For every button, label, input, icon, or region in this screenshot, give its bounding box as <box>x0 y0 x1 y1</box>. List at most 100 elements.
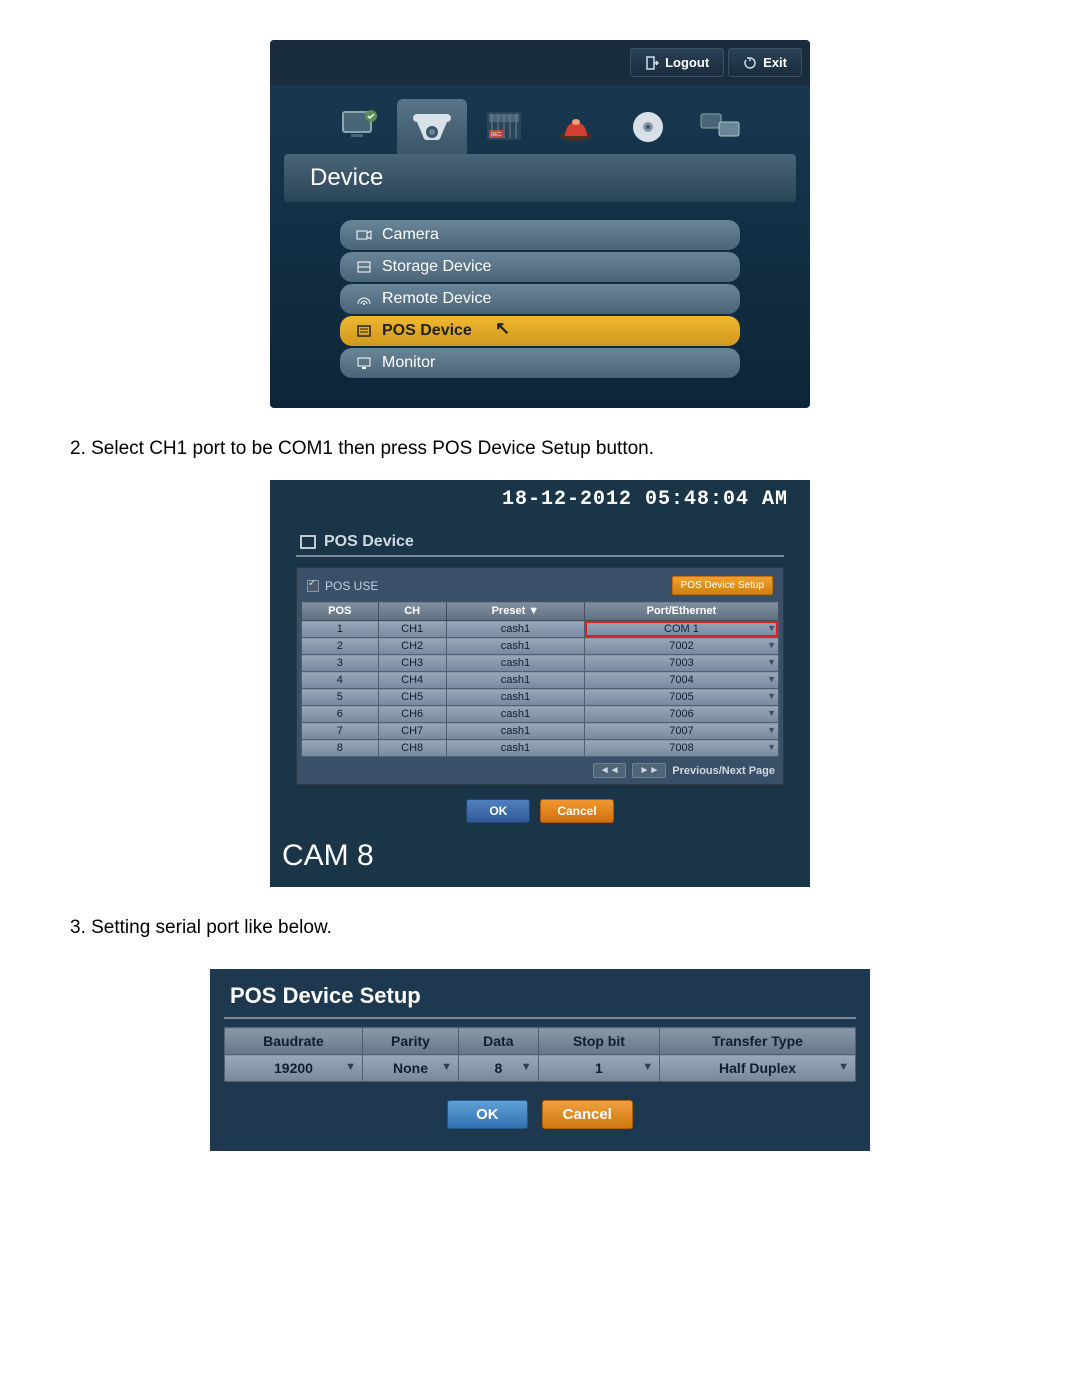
pos-use-checkbox[interactable]: POS USE <box>307 579 378 593</box>
cell-preset: cash1 <box>446 706 584 723</box>
chevron-down-icon: ▼ <box>767 708 776 718</box>
cell-pos: 1 <box>302 621 379 638</box>
next-page-button[interactable]: ►► <box>632 763 666 778</box>
table-row: 4 CH4 cash1 7004▼ <box>302 672 779 689</box>
nav-alarm[interactable] <box>541 99 611 154</box>
cell-port-dropdown[interactable]: 7008▼ <box>584 740 778 757</box>
checkbox-icon <box>307 580 319 592</box>
menu-item-pos[interactable]: POS Device ↖ <box>340 316 740 346</box>
setup-title: POS Device Setup <box>224 981 856 1019</box>
cell-ch: CH5 <box>378 689 446 706</box>
col-baudrate: Baudrate <box>225 1028 363 1055</box>
chevron-down-icon: ▼ <box>767 691 776 701</box>
cell-ch: CH7 <box>378 723 446 740</box>
menu-label: Camera <box>382 226 439 244</box>
col-preset[interactable]: Preset ▼ <box>446 602 584 621</box>
pos-table-body: 1 CH1 cash1 COM 1▼ 2 CH2 cash1 7002▼ 3 C… <box>302 621 779 757</box>
table-row: 8 CH8 cash1 7008▼ <box>302 740 779 757</box>
nav-network[interactable] <box>685 99 755 154</box>
transfer-dropdown[interactable]: Half Duplex▼ <box>660 1055 856 1082</box>
divider <box>296 555 784 557</box>
table-row: 7 CH7 cash1 7007▼ <box>302 723 779 740</box>
chevron-down-icon: ▼ <box>345 1061 356 1073</box>
pos-device-screenshot: 18-12-2012 05:48:04 AM POS Device POS US… <box>270 480 810 887</box>
table-row: 6 CH6 cash1 7006▼ <box>302 706 779 723</box>
cell-pos: 8 <box>302 740 379 757</box>
camera-label: CAM 8 <box>270 837 810 887</box>
chevron-down-icon: ▼ <box>767 725 776 735</box>
menu-item-storage[interactable]: Storage Device <box>340 252 740 282</box>
cell-pos: 7 <box>302 723 379 740</box>
logout-button[interactable]: Logout <box>630 48 724 77</box>
chevron-down-icon: ▼ <box>521 1061 532 1073</box>
cell-port-dropdown[interactable]: 7005▼ <box>584 689 778 706</box>
nav-icons: REC <box>270 85 810 154</box>
parity-dropdown[interactable]: None▼ <box>362 1055 458 1082</box>
menu-item-monitor[interactable]: Monitor <box>340 348 740 378</box>
menu-label: Monitor <box>382 354 435 372</box>
timestamp: 18-12-2012 05:48:04 AM <box>270 480 810 519</box>
cell-ch: CH6 <box>378 706 446 723</box>
table-row: 3 CH3 cash1 7003▼ <box>302 655 779 672</box>
ok-button[interactable]: OK <box>466 799 530 823</box>
baudrate-dropdown[interactable]: 19200▼ <box>225 1055 363 1082</box>
chevron-down-icon: ▼ <box>441 1061 452 1073</box>
panel-title: POS Device <box>270 519 810 555</box>
cell-preset: cash1 <box>446 621 584 638</box>
dialog-buttons: OK Cancel <box>224 1082 856 1133</box>
logout-label: Logout <box>665 55 709 70</box>
ok-button[interactable]: OK <box>447 1100 528 1129</box>
cell-port-dropdown[interactable]: 7003▼ <box>584 655 778 672</box>
cell-ch: CH4 <box>378 672 446 689</box>
cell-preset: cash1 <box>446 672 584 689</box>
pos-icon <box>356 324 372 338</box>
menu-label: POS Device <box>382 322 472 340</box>
prev-page-button[interactable]: ◄◄ <box>593 763 627 778</box>
menu-item-camera[interactable]: Camera <box>340 220 740 250</box>
cell-ch: CH1 <box>378 621 446 638</box>
nav-disc[interactable] <box>613 99 683 154</box>
cell-preset: cash1 <box>446 655 584 672</box>
panel-title-text: POS Device <box>324 533 414 551</box>
cell-pos: 4 <box>302 672 379 689</box>
table-row: 5 CH5 cash1 7005▼ <box>302 689 779 706</box>
cell-port-dropdown[interactable]: 7007▼ <box>584 723 778 740</box>
cell-port-dropdown[interactable]: 7004▼ <box>584 672 778 689</box>
remote-icon <box>356 292 372 306</box>
chevron-down-icon: ▼ <box>767 674 776 684</box>
chevron-down-icon: ▼ <box>838 1061 849 1073</box>
chevron-down-icon: ▼ <box>767 657 776 667</box>
pager-label: Previous/Next Page <box>672 765 775 777</box>
menu-label: Storage Device <box>382 258 491 276</box>
cell-pos: 3 <box>302 655 379 672</box>
cancel-button[interactable]: Cancel <box>542 1100 633 1129</box>
chevron-down-icon: ▼ <box>642 1061 653 1073</box>
top-bar: Logout Exit <box>270 40 810 85</box>
table-row: 2 CH2 cash1 7002▼ <box>302 638 779 655</box>
chevron-down-icon: ▼ <box>767 640 776 650</box>
stopbit-dropdown[interactable]: 1▼ <box>538 1055 659 1082</box>
nav-record[interactable]: REC <box>469 99 539 154</box>
cell-ch: CH2 <box>378 638 446 655</box>
cursor-icon: ↖ <box>495 318 510 339</box>
pos-table: POS CH Preset ▼ Port/Ethernet 1 CH1 cash… <box>301 601 779 757</box>
nav-device[interactable] <box>397 99 467 154</box>
cell-pos: 6 <box>302 706 379 723</box>
table-row: 19200▼ None▼ 8▼ 1▼ Half Duplex▼ <box>225 1055 856 1082</box>
table-header-row: POS CH Preset ▼ Port/Ethernet <box>302 602 779 621</box>
menu-label: Remote Device <box>382 290 491 308</box>
data-dropdown[interactable]: 8▼ <box>459 1055 539 1082</box>
pos-table-box: POS USE POS Device Setup POS CH Preset ▼… <box>296 567 784 785</box>
col-port: Port/Ethernet <box>584 602 778 621</box>
camera-icon <box>356 228 372 242</box>
nav-display[interactable] <box>325 99 395 154</box>
cell-port-dropdown[interactable]: 7006▼ <box>584 706 778 723</box>
table-header-row: Baudrate Parity Data Stop bit Transfer T… <box>225 1028 856 1055</box>
exit-button[interactable]: Exit <box>728 48 802 77</box>
cancel-button[interactable]: Cancel <box>540 799 613 823</box>
cell-port-dropdown[interactable]: COM 1▼ <box>584 621 778 638</box>
cell-preset: cash1 <box>446 638 584 655</box>
menu-item-remote[interactable]: Remote Device <box>340 284 740 314</box>
cell-port-dropdown[interactable]: 7002▼ <box>584 638 778 655</box>
pos-device-setup-button[interactable]: POS Device Setup <box>672 576 773 595</box>
